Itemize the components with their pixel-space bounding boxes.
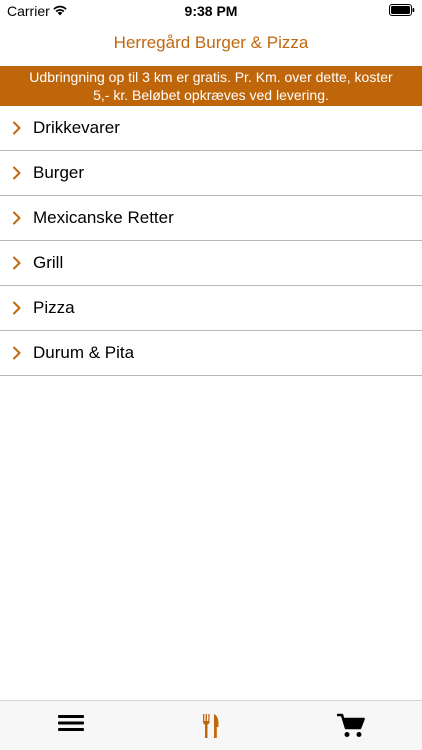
category-label: Durum & Pita (33, 343, 135, 362)
tab-bar (0, 700, 422, 750)
chevron-right-icon (13, 121, 21, 135)
page-title: Herregård Burger & Pizza (113, 33, 309, 52)
chevron-right-icon (13, 211, 21, 225)
category-label: Pizza (33, 298, 75, 317)
status-time: 9:38 PM (184, 3, 238, 19)
category-item-burger[interactable]: Burger (0, 151, 422, 196)
category-item-durum-pita[interactable]: Durum & Pita (0, 331, 422, 376)
category-item-pizza[interactable]: Pizza (0, 286, 422, 331)
battery-icon (389, 4, 415, 16)
chevron-right-icon (13, 166, 21, 180)
status-bar: Carrier 9:38 PM (0, 0, 422, 22)
category-item-drikkevarer[interactable]: Drikkevarer (0, 106, 422, 151)
category-list: Drikkevarer Burger Mexicanske Retter Gri… (0, 106, 422, 376)
tab-cart[interactable] (321, 701, 381, 750)
tab-menu[interactable] (41, 701, 101, 750)
hamburger-menu-icon (58, 715, 84, 731)
category-label: Drikkevarer (33, 118, 120, 137)
category-label: Grill (33, 253, 64, 272)
delivery-info-banner: Udbringning op til 3 km er gratis. Pr. K… (0, 66, 422, 106)
chevron-right-icon (13, 256, 21, 270)
chevron-right-icon (13, 301, 21, 315)
fork-knife-icon (203, 714, 219, 738)
category-item-mexicanske-retter[interactable]: Mexicanske Retter (0, 196, 422, 241)
cart-icon (337, 713, 365, 737)
category-label: Mexicanske Retter (33, 208, 174, 227)
banner-line-2: 5,- kr. Beløbet opkræves ved levering. (93, 87, 329, 103)
banner-line-1: Udbringning op til 3 km er gratis. Pr. K… (29, 69, 393, 85)
category-item-grill[interactable]: Grill (0, 241, 422, 286)
category-label: Burger (33, 163, 85, 182)
chevron-right-icon (13, 346, 21, 360)
tab-food[interactable] (181, 701, 241, 750)
